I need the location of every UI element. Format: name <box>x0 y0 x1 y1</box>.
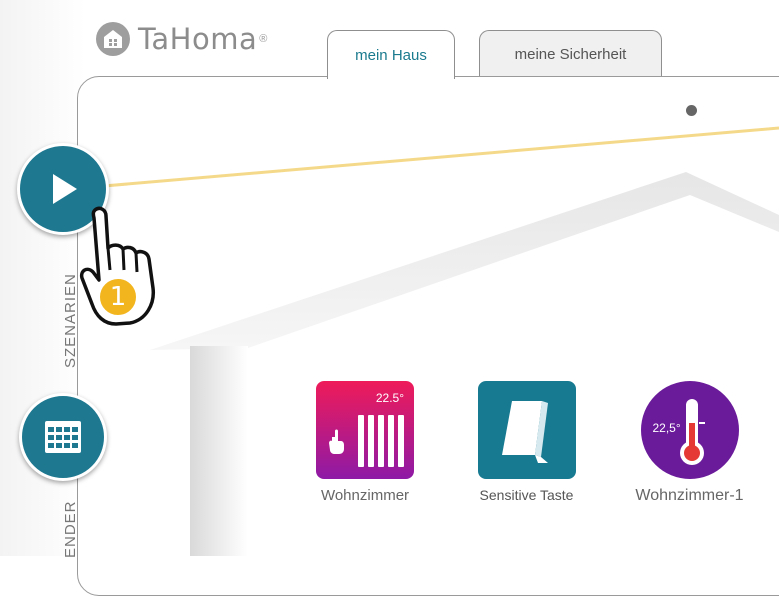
device-wohnzimmer[interactable]: 22.5° Wohnzimmer <box>300 381 430 504</box>
thermometer-tile: 22,5° <box>640 381 739 479</box>
device-label: Wohnzimmer <box>320 487 410 504</box>
calendar-icon <box>45 421 81 453</box>
tab-mein-haus[interactable]: mein Haus <box>327 30 455 79</box>
radiator-temperature: 22.5° <box>375 391 404 405</box>
switch-tile <box>477 381 576 479</box>
play-icon <box>53 174 77 204</box>
calendar-label[interactable]: ENDER <box>62 488 82 558</box>
device-label: Sensitive Taste <box>479 487 574 503</box>
tab-label: mein Haus <box>355 46 427 64</box>
indicator-dot <box>686 105 697 116</box>
calendar-button[interactable] <box>19 393 107 481</box>
radiator-tile: 22.5° <box>316 381 414 479</box>
device-wohnzimmer-1[interactable]: 22,5° Wohnzimmer-1 <box>612 381 767 505</box>
device-sensitive-taste[interactable]: Sensitive Taste <box>459 381 594 503</box>
step-badge: 1 <box>98 277 138 317</box>
thermometer-temperature: 22,5° <box>652 421 681 435</box>
roof-shadow <box>150 172 779 350</box>
sensitive-switch-icon <box>501 401 548 463</box>
wall-shadow <box>190 346 248 556</box>
device-label: Wohnzimmer-1 <box>635 487 744 504</box>
